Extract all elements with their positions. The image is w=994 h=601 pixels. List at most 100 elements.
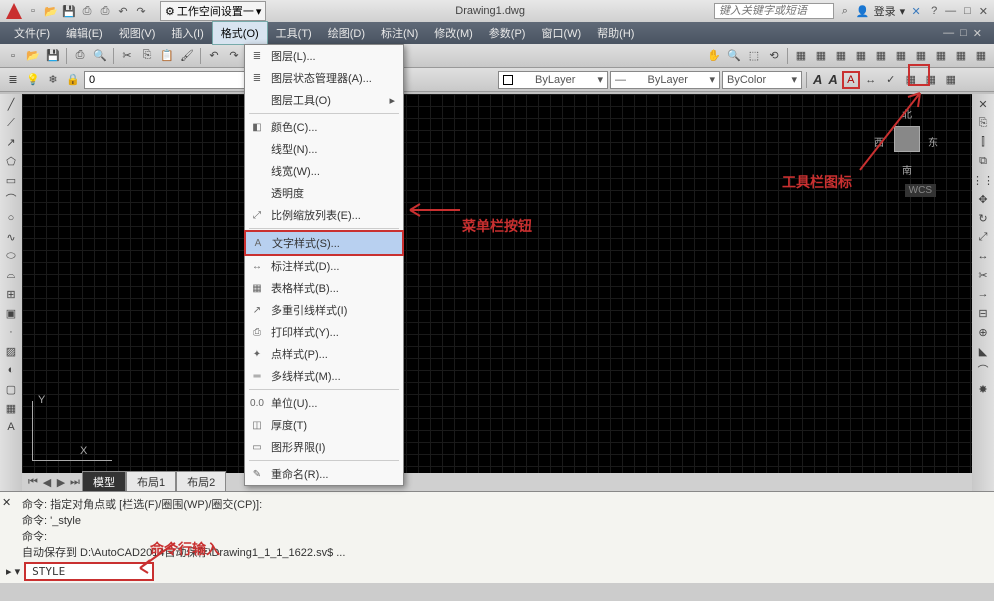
dd-dim-style[interactable]: ↔标注样式(D)... — [245, 255, 403, 277]
plot-combo[interactable]: ByColor ▾ — [722, 71, 802, 89]
tab-prev-icon[interactable]: ◀ — [40, 476, 54, 489]
ray-icon[interactable]: ↗ — [3, 134, 19, 150]
rotate-icon[interactable]: ↻ — [975, 210, 991, 226]
menu-file[interactable]: 文件(F) — [6, 22, 58, 44]
tb-icon[interactable]: ▦ — [872, 47, 890, 65]
dd-lineweight[interactable]: 线宽(W)... — [245, 160, 403, 182]
dd-thickness[interactable]: ◫厚度(T) — [245, 414, 403, 436]
qat-undo-icon[interactable]: ↶ — [116, 4, 130, 18]
paste-icon[interactable]: 📋 — [158, 47, 176, 65]
spline-icon[interactable]: ∿ — [3, 229, 19, 245]
dd-layer[interactable]: ≣图层(L)... — [245, 45, 403, 67]
plot-icon[interactable]: ⎙ — [71, 47, 89, 65]
cut-icon[interactable]: ✂ — [118, 47, 136, 65]
linetype-combo[interactable]: — ByLayer ▾ — [610, 71, 720, 89]
zoom-icon[interactable]: 🔍 — [725, 47, 743, 65]
scale2-icon[interactable]: ⤢ — [975, 229, 991, 245]
maximize-icon[interactable]: □ — [964, 5, 971, 18]
trim-icon[interactable]: ✂ — [975, 267, 991, 283]
pline-icon[interactable]: ⟋ — [3, 115, 19, 131]
menu-draw[interactable]: 绘图(D) — [320, 22, 373, 44]
menu-help[interactable]: 帮助(H) — [589, 22, 642, 44]
save-icon[interactable]: 💾 — [44, 47, 62, 65]
redo2-icon[interactable]: ↷ — [225, 47, 243, 65]
menu-insert[interactable]: 插入(I) — [163, 22, 211, 44]
dd-mleader-style[interactable]: ↗多重引线样式(I) — [245, 299, 403, 321]
tab-last-icon[interactable]: ⏭ — [68, 476, 82, 489]
text-style-a2-icon[interactable]: A — [826, 72, 839, 87]
gradient-icon[interactable]: ◐ — [3, 362, 19, 378]
ellipse-icon[interactable]: ⬭ — [3, 248, 19, 264]
search-input[interactable] — [714, 3, 834, 19]
tb-icon[interactable]: ▦ — [852, 47, 870, 65]
layer-lock-icon[interactable]: 🔒 — [64, 71, 82, 89]
pan-icon[interactable]: ✋ — [705, 47, 723, 65]
drawing-canvas[interactable]: 北 南 西 东 WCS Y X — [22, 94, 972, 491]
zoomprev-icon[interactable]: ⟲ — [765, 47, 783, 65]
text-style-a1-icon[interactable]: A — [811, 72, 824, 87]
preview-icon[interactable]: 🔍 — [91, 47, 109, 65]
stretch-icon[interactable]: ↔ — [975, 248, 991, 264]
erase-icon[interactable]: ✕ — [975, 96, 991, 112]
chamfer-icon[interactable]: ◣ — [975, 343, 991, 359]
tab-layout1[interactable]: 布局1 — [126, 471, 176, 493]
qat-print-icon[interactable]: ⎙ — [98, 4, 112, 18]
zoomwin-icon[interactable]: ⬚ — [745, 47, 763, 65]
dd-text-style[interactable]: A文字样式(S)... — [244, 230, 404, 256]
dd-point-style[interactable]: ✦点样式(P)... — [245, 343, 403, 365]
copy-icon[interactable]: ⎘ — [138, 47, 156, 65]
dd-layer-tools[interactable]: 图层工具(O)▸ — [245, 89, 403, 111]
menu-window[interactable]: 窗口(W) — [533, 22, 589, 44]
tb-icon[interactable]: ▦ — [932, 47, 950, 65]
layer-on-icon[interactable]: 💡 — [24, 71, 42, 89]
dd-layer-state[interactable]: ≣图层状态管理器(A)... — [245, 67, 403, 89]
close-icon[interactable]: ✕ — [979, 5, 988, 18]
layer-freeze-icon[interactable]: ❄ — [44, 71, 62, 89]
search-icon[interactable]: ⌕ — [838, 4, 852, 18]
qat-new-icon[interactable]: ▫ — [26, 4, 40, 18]
tab-model[interactable]: 模型 — [82, 471, 126, 493]
ellipse-arc-icon[interactable]: ⌓ — [3, 267, 19, 283]
login-button[interactable]: 👤 登录 ▾ — [856, 3, 905, 19]
tb-icon[interactable]: ▦ — [892, 47, 910, 65]
dd-linetype[interactable]: 线型(N)... — [245, 138, 403, 160]
array-icon[interactable]: ⋮⋮ — [975, 172, 991, 188]
app-icon[interactable] — [6, 3, 22, 19]
mirror-icon[interactable]: ⫿ — [975, 134, 991, 150]
menu-param[interactable]: 参数(P) — [481, 22, 534, 44]
tab-first-icon[interactable]: ⏮ — [26, 476, 40, 489]
explode-icon[interactable]: ✸ — [975, 381, 991, 397]
wcs-label[interactable]: WCS — [905, 184, 936, 197]
line-icon[interactable]: ╱ — [3, 96, 19, 112]
dd-mline-style[interactable]: ═多线样式(M)... — [245, 365, 403, 387]
layer-mgr-icon[interactable]: ≣ — [4, 71, 22, 89]
break-icon[interactable]: ⊟ — [975, 305, 991, 321]
offset-icon[interactable]: ⧉ — [975, 153, 991, 169]
dd-color[interactable]: ◧颜色(C)... — [245, 116, 403, 138]
mtext-icon[interactable]: A — [3, 419, 19, 435]
undo2-icon[interactable]: ↶ — [205, 47, 223, 65]
fillet-icon[interactable]: ⌒ — [975, 362, 991, 378]
tab-next-icon[interactable]: ▶ — [54, 476, 68, 489]
dd-print-style[interactable]: ⎙打印样式(Y)... — [245, 321, 403, 343]
dd-scale[interactable]: ⤢比例缩放列表(E)... — [245, 204, 403, 226]
dd-transparency[interactable]: 透明度 — [245, 182, 403, 204]
tab-layout2[interactable]: 布局2 — [176, 471, 226, 493]
tb-icon[interactable]: ▦ — [942, 71, 960, 89]
arc-icon[interactable]: ⌒ — [3, 191, 19, 207]
tb-icon[interactable]: ▦ — [912, 47, 930, 65]
menu-dim[interactable]: 标注(N) — [373, 22, 426, 44]
dd-limits[interactable]: ▭图形界限(I) — [245, 436, 403, 458]
copy2-icon[interactable]: ⎘ — [975, 115, 991, 131]
block-icon[interactable]: ▣ — [3, 305, 19, 321]
doc-restore-icon[interactable]: □ — [960, 27, 967, 40]
join-icon[interactable]: ⊕ — [975, 324, 991, 340]
menu-view[interactable]: 视图(V) — [111, 22, 164, 44]
polygon-icon[interactable]: ⬠ — [3, 153, 19, 169]
qat-save-icon[interactable]: 💾 — [62, 4, 76, 18]
menu-modify[interactable]: 修改(M) — [426, 22, 481, 44]
qat-redo-icon[interactable]: ↷ — [134, 4, 148, 18]
hatch-icon[interactable]: ▨ — [3, 343, 19, 359]
table-icon[interactable]: ▦ — [3, 400, 19, 416]
rect-icon[interactable]: ▭ — [3, 172, 19, 188]
